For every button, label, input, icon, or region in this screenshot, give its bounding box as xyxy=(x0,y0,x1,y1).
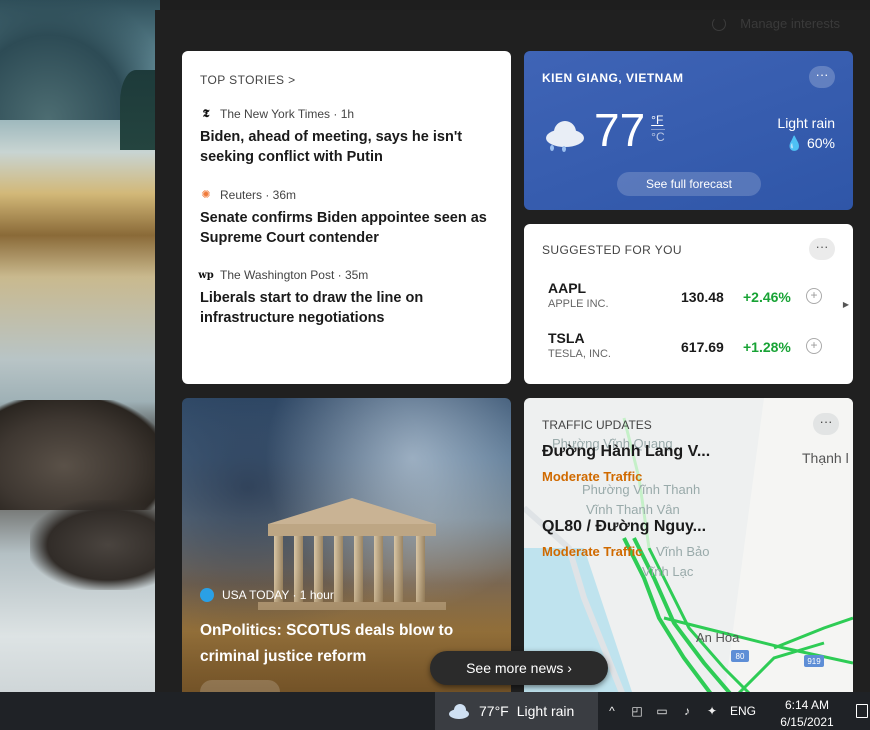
story-source: The Washington Post · 35m xyxy=(220,268,369,283)
reuters-logo-icon: ✺ xyxy=(201,189,211,202)
refresh-icon[interactable] xyxy=(712,16,727,31)
wapo-logo-icon: wp xyxy=(198,269,214,281)
stock-change: +2.46% xyxy=(743,289,791,305)
add-stock-icon[interactable]: + xyxy=(806,288,822,304)
language-indicator[interactable]: ENG xyxy=(730,704,756,718)
story-source: Reuters · 36m xyxy=(220,187,297,202)
map-place-label: An Hòa xyxy=(696,630,740,645)
weather-location: KIEN GIANG, VIETNAM xyxy=(542,71,684,85)
taskbar-clock[interactable]: 6:14 AM 6/15/2021 xyxy=(776,697,838,730)
add-stock-icon[interactable]: + xyxy=(806,338,822,354)
network-icon[interactable]: ▭ xyxy=(655,705,669,717)
road-badge: 919 xyxy=(807,657,821,666)
suggested-for-you-card: SUGGESTED FOR YOU ··· AAPL APPLE INC. 13… xyxy=(524,224,853,384)
taskbar-weather-button[interactable]: 77°F Light rain xyxy=(435,692,598,730)
manage-interests-link[interactable]: Manage interests xyxy=(740,16,840,31)
map-place-label: Vĩnh Thanh Vân xyxy=(586,502,680,517)
dropbox-icon[interactable]: ✦ xyxy=(705,705,719,717)
news-source: USA TODAY · 1 hour xyxy=(222,588,334,602)
clock-time: 6:14 AM xyxy=(784,698,830,712)
weather-temperature: 77 xyxy=(594,104,646,156)
stock-row[interactable]: AAPL APPLE INC. 130.48 +2.46% + xyxy=(548,280,838,316)
suggested-more-button[interactable]: ··· xyxy=(809,238,835,260)
weather-card[interactable]: KIEN GIANG, VIETNAM ··· 77 °F °C Light r… xyxy=(524,51,853,210)
map-place-label: Vĩnh Bảo xyxy=(656,544,710,559)
top-stories-card: TOP STORIES > 𝕿 The New York Times · 1h … xyxy=(182,51,511,384)
clock-date: 6/15/2021 xyxy=(780,714,834,729)
story-headline[interactable]: Senate confirms Biden appointee seen as … xyxy=(200,208,493,249)
panel-header: Manage interests xyxy=(712,16,840,31)
see-more-news-button[interactable]: See more news › xyxy=(430,651,608,685)
map-place-label: Thạnh l xyxy=(802,450,849,466)
traffic-label: TRAFFIC UPDATES xyxy=(542,418,652,432)
taskbar: 77°F Light rain ^ ◰ ▭ ♪ ✦ ENG 6:14 AM 6/… xyxy=(0,692,870,730)
unit-fahrenheit-toggle[interactable]: °F xyxy=(651,113,664,129)
stock-price: 617.69 xyxy=(681,339,724,355)
traffic-status: Moderate Traffic xyxy=(542,544,643,559)
meet-now-icon[interactable]: ◰ xyxy=(630,705,644,717)
nyt-logo-icon: 𝕿 xyxy=(202,107,210,120)
raindrop-icon: 💧 xyxy=(785,135,804,152)
traffic-more-button[interactable]: ··· xyxy=(813,413,839,435)
see-full-forecast-button[interactable]: See full forecast xyxy=(617,172,761,196)
precipitation-chance: 60% xyxy=(806,135,835,152)
weather-condition: Light rain xyxy=(777,115,835,131)
unit-celsius-toggle[interactable]: °C xyxy=(651,128,665,146)
story-source: The New York Times · 1h xyxy=(220,107,355,121)
usa-today-logo-icon xyxy=(200,588,214,602)
traffic-route-name[interactable]: QL80 / Đường Nguy... xyxy=(542,518,706,536)
stock-price: 130.48 xyxy=(681,289,724,305)
desktop-screen: Manage interests TOP STORIES > 𝕿 The New… xyxy=(0,0,870,730)
cloud-rain-icon xyxy=(542,119,588,152)
top-stories-label[interactable]: TOP STORIES > xyxy=(200,73,493,87)
traffic-status: Moderate Traffic xyxy=(542,469,643,484)
cloud-rain-icon xyxy=(449,704,471,719)
stock-row[interactable]: TSLA TESLA, INC. 617.69 +1.28% + xyxy=(548,330,838,366)
system-tray: ^ ◰ ▭ ♪ ✦ ENG xyxy=(605,692,756,730)
story-item[interactable]: ✺ Reuters · 36m Senate confirms Biden ap… xyxy=(200,188,493,249)
volume-icon[interactable]: ♪ xyxy=(680,705,694,717)
weather-more-button[interactable]: ··· xyxy=(809,66,835,88)
next-arrow-icon[interactable]: ▶ xyxy=(843,300,849,309)
traffic-route-name[interactable]: Đường Hành Lang V... xyxy=(542,443,710,461)
desktop-wallpaper xyxy=(0,0,160,692)
suggested-label: SUGGESTED FOR YOU xyxy=(542,243,682,257)
show-hidden-icons-chevron-icon[interactable]: ^ xyxy=(605,705,619,717)
news-and-interests-panel: Manage interests TOP STORIES > 𝕿 The New… xyxy=(155,10,870,698)
story-headline[interactable]: Liberals start to draw the line on infra… xyxy=(200,288,493,329)
taskbar-weather-temp: 77°F xyxy=(479,703,509,719)
story-headline[interactable]: Biden, ahead of meeting, says he isn't s… xyxy=(200,127,493,168)
stock-change: +1.28% xyxy=(743,339,791,355)
notification-center-icon[interactable] xyxy=(856,704,868,718)
road-badge: 80 xyxy=(736,652,745,661)
map-place-label: Phường Vĩnh Thanh xyxy=(582,482,701,497)
story-item[interactable]: 𝕿 The New York Times · 1h Biden, ahead o… xyxy=(200,107,493,168)
taskbar-weather-condition: Light rain xyxy=(516,703,575,719)
story-item[interactable]: wp The Washington Post · 35m Liberals st… xyxy=(198,268,493,329)
map-place-label: Vĩnh Lạc xyxy=(642,564,694,579)
